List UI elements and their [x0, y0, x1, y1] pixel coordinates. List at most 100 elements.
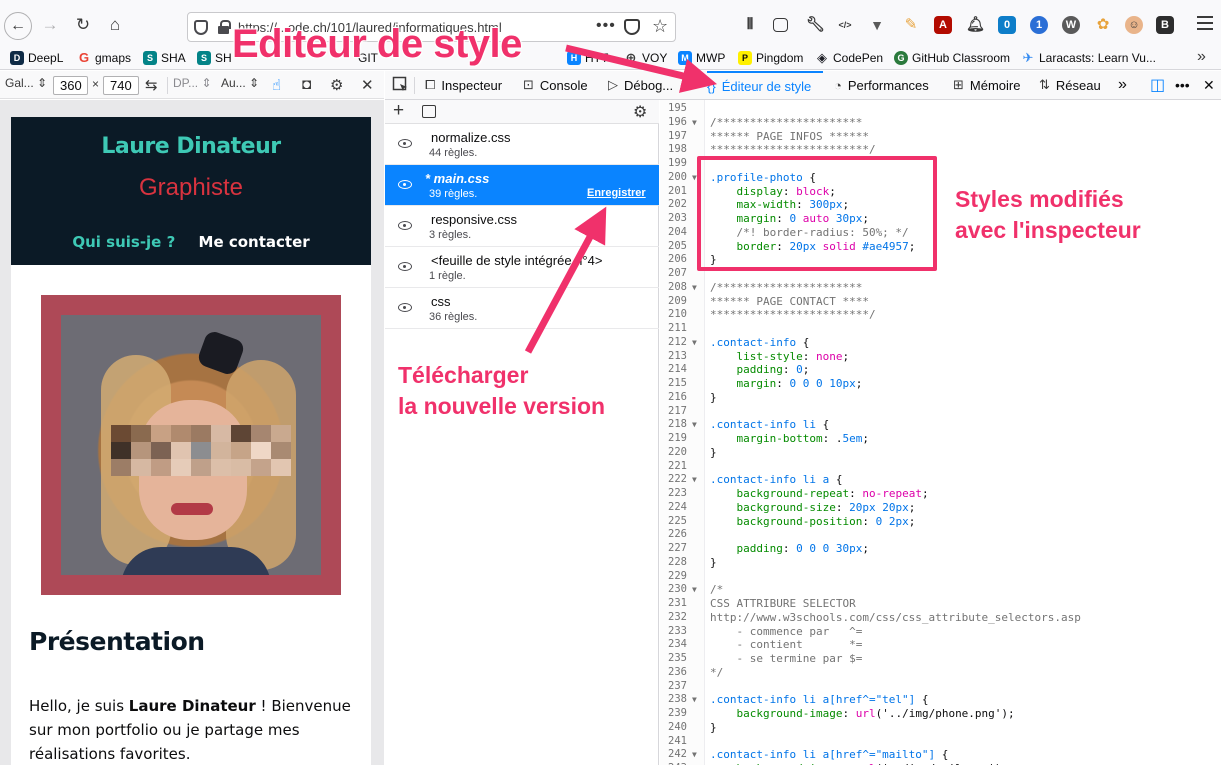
fold-chevron-icon[interactable]: ▼ — [692, 693, 697, 707]
portrait-image — [61, 315, 321, 575]
page-actions-button[interactable]: ••• — [596, 17, 616, 35]
bookmarks-toolbar: D DeepL Ggmaps S SHA S SH GIT H HTT ⊕ VOY M MW… — [0, 46, 1221, 70]
fold-chevron-icon[interactable]: ▼ — [692, 583, 697, 597]
throttle-selector[interactable]: Au... ⇕ — [221, 76, 259, 90]
sidebar-icon[interactable] — [773, 18, 788, 32]
site-nav: Qui suis-je ? Me contacter — [11, 233, 371, 251]
save-link[interactable]: Enregistrer — [587, 187, 646, 199]
eye-icon[interactable] — [398, 303, 412, 312]
settings-gear-icon[interactable]: ⚙ — [330, 76, 343, 94]
screenshot-icon[interactable]: ◘ — [302, 76, 311, 93]
fold-chevron-icon[interactable]: ▼ — [692, 473, 697, 487]
pixel-block — [231, 425, 251, 442]
tracking-protection-icon[interactable] — [194, 20, 208, 35]
fold-chevron-icon[interactable]: ▼ — [692, 281, 697, 295]
home-button[interactable]: ⌂ — [103, 13, 127, 37]
bookmark-github-classroom[interactable]: G GitHub Classroom — [894, 50, 1010, 66]
bookmark-voy[interactable]: ⊕ VOY — [624, 50, 668, 66]
wrench-icon[interactable]: 🔧︎ — [806, 16, 825, 34]
tab-network[interactable]: ⇅ Réseau — [1039, 71, 1101, 99]
touch-simulation-icon[interactable]: ☝ — [272, 76, 281, 94]
memory-icon: ⊞ — [953, 77, 964, 92]
bookmark-star-icon[interactable]: ☆ — [652, 16, 668, 37]
code-text: ************************/ — [710, 308, 876, 322]
hamburger-menu-icon[interactable] — [1197, 16, 1213, 30]
dpr-selector[interactable]: DP... ⇕ — [173, 76, 212, 90]
bookmark-gmaps[interactable]: Ggmaps — [77, 50, 131, 66]
stylesheet-item[interactable]: responsive.css 3 règles. — [385, 206, 659, 247]
wappalyzer-icon[interactable]: W — [1062, 16, 1080, 34]
library-icon[interactable]: ⫴ — [741, 16, 759, 34]
line-number: 223 — [668, 487, 687, 499]
fold-chevron-icon[interactable]: ▼ — [692, 748, 697, 762]
tab-memory[interactable]: ⊞ Mémoire — [953, 71, 1020, 99]
broom-extension-icon[interactable]: ✎ — [902, 16, 920, 34]
nav-link-about[interactable]: Qui suis-je ? — [72, 233, 175, 251]
more-bookmarks-icon[interactable]: » — [1197, 48, 1206, 66]
reload-button[interactable]: ↻ — [71, 13, 95, 37]
password-manager-icon[interactable]: 1 — [1030, 16, 1048, 34]
honey-extension-icon[interactable]: ✿ — [1094, 16, 1112, 34]
avatar-extension-icon[interactable]: ☺ — [1125, 16, 1143, 34]
stylesheet-item[interactable]: normalize.css 44 règles. — [385, 124, 659, 165]
bookmark-deepl[interactable]: D DeepL — [10, 50, 63, 66]
devtools-menu-button[interactable]: ••• — [1175, 71, 1190, 99]
pdf-extension-icon[interactable]: A — [934, 16, 952, 34]
width-input[interactable]: 360 — [53, 76, 88, 95]
line-number: 230 — [668, 583, 687, 596]
tab-inspector[interactable]: ⧠ Inspecteur — [425, 71, 502, 99]
lock-icon[interactable] — [218, 20, 231, 34]
line-number: 222 — [668, 473, 687, 486]
settings-gear-icon[interactable]: ⚙ — [633, 102, 647, 122]
fold-chevron-icon[interactable]: ▼ — [692, 336, 697, 350]
stylesheet-item[interactable]: css 36 règles. — [385, 288, 659, 329]
nav-link-contact[interactable]: Me contacter — [199, 233, 310, 251]
code-extension-icon[interactable]: </> — [836, 16, 854, 34]
more-tabs-button[interactable]: » — [1118, 71, 1127, 99]
eye-icon[interactable] — [398, 180, 412, 189]
bookmark-sh[interactable]: S SH — [197, 50, 232, 66]
back-button[interactable]: ← — [4, 12, 32, 40]
line-number: 214 — [668, 363, 687, 376]
rotate-icon[interactable]: ⇆ — [145, 76, 158, 94]
line-number: 240 — [668, 720, 687, 733]
tab-performance[interactable]: ◔ Performances — [834, 71, 929, 99]
pocket-icon[interactable] — [624, 19, 640, 35]
bookmark-mwp[interactable]: M MWP — [678, 50, 725, 66]
bookmark-htt[interactable]: H HTT — [567, 50, 608, 66]
eye-icon[interactable] — [398, 221, 412, 230]
eye-icon[interactable] — [398, 139, 412, 148]
tab-style-editor[interactable]: {} Éditeur de style — [707, 71, 824, 99]
b-extension-icon[interactable]: B — [1156, 16, 1174, 34]
import-stylesheet-icon[interactable] — [422, 105, 436, 118]
height-input[interactable]: 740 — [103, 76, 139, 95]
counter-extension-icon[interactable]: 0 — [998, 16, 1016, 34]
fold-chevron-icon[interactable]: ▼ — [692, 418, 697, 432]
stylesheet-name: responsive.css — [431, 212, 517, 227]
vue-extension-icon[interactable]: ▼ — [868, 16, 886, 34]
tab-console[interactable]: ⊡ Console — [523, 71, 588, 99]
line-number: 211 — [668, 322, 687, 334]
stylesheet-item[interactable]: <feuille de style intégrée n°4> 1 règle. — [385, 247, 659, 288]
page-viewport: Laure Dinateur Graphiste Qui suis-je ? M… — [11, 117, 371, 765]
device-selector[interactable]: Gal... ⇕ — [5, 76, 47, 90]
stylesheet-item-active[interactable]: * main.css 39 règles. Enregistrer — [385, 165, 659, 206]
bell-extension-icon[interactable]: 🔔︎ — [966, 16, 985, 34]
close-rdm-icon[interactable]: ✕ — [361, 76, 374, 94]
site-title: Laure Dinateur — [101, 134, 281, 159]
element-picker-icon[interactable] — [392, 76, 409, 93]
bookmark-laracasts[interactable]: ✈ Laracasts: Learn Vu... — [1021, 50, 1156, 66]
bookmark-sha[interactable]: S SHA — [143, 50, 186, 66]
new-stylesheet-icon[interactable]: + — [393, 101, 404, 121]
pixel-block — [171, 459, 191, 476]
dock-toggle-button[interactable]: ◫ — [1150, 71, 1165, 99]
fold-chevron-icon[interactable]: ▼ — [692, 116, 697, 130]
bookmark-pingdom[interactable]: P Pingdom — [738, 50, 803, 66]
bookmark-codepen[interactable]: ◈ CodePen — [815, 50, 883, 66]
tab-debugger[interactable]: ▷ Débog... — [608, 71, 673, 99]
close-devtools-button[interactable]: ✕ — [1203, 71, 1215, 99]
forward-button[interactable]: → — [38, 13, 62, 37]
pixel-block — [251, 459, 271, 476]
eye-icon[interactable] — [398, 262, 412, 271]
arrow-left-icon: ← — [10, 17, 26, 34]
